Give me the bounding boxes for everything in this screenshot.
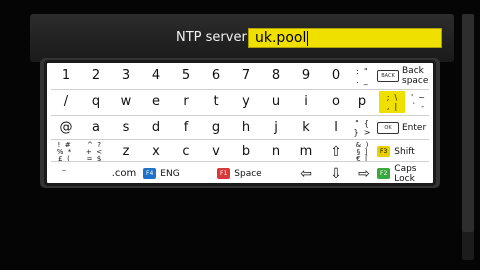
key-9[interactable]: 9: [293, 65, 319, 87]
ntp-server-value: uk.pool: [255, 30, 307, 46]
f3-badge: F3: [377, 146, 391, 157]
key-semicolon-backslash[interactable]: ; \ , |: [379, 91, 405, 113]
key-t[interactable]: t: [203, 91, 229, 113]
key-5[interactable]: 5: [173, 65, 199, 87]
key-1[interactable]: 1: [53, 65, 79, 87]
key-c[interactable]: c: [173, 141, 199, 163]
key-o[interactable]: o: [323, 91, 349, 113]
ntp-server-input[interactable]: uk.pool: [248, 28, 442, 48]
key-p[interactable]: p: [349, 91, 375, 113]
f4-badge: F4: [143, 168, 157, 179]
keyboard-row-1: 1 2 3 4 5 6 7 8 9 0 : " . _ BACK Back spa…: [47, 65, 433, 90]
key-7[interactable]: 7: [233, 65, 259, 87]
key-u[interactable]: u: [263, 91, 289, 113]
key-w[interactable]: w: [113, 91, 139, 113]
enter-key[interactable]: OK Enter: [377, 117, 433, 139]
key-z[interactable]: z: [113, 141, 139, 163]
row-divider: [51, 161, 429, 162]
key-s[interactable]: s: [113, 117, 139, 139]
key-3[interactable]: 3: [113, 65, 139, 87]
key-d[interactable]: d: [143, 117, 169, 139]
on-screen-keyboard: 1 2 3 4 5 6 7 8 9 0 : " . _ BACK Back spa…: [44, 60, 436, 186]
key-r[interactable]: r: [173, 91, 199, 113]
key-underscore[interactable]: _: [53, 163, 75, 186]
key-4[interactable]: 4: [143, 65, 169, 87]
key-f[interactable]: f: [173, 117, 199, 139]
shift-label: Shift: [394, 146, 415, 157]
language-label: ENG: [160, 169, 180, 179]
space-key[interactable]: F1 Space: [217, 163, 297, 185]
scrollbar-thumb[interactable]: [462, 14, 474, 232]
space-label: Space: [234, 169, 262, 179]
key-b[interactable]: b: [233, 141, 259, 163]
f1-badge: F1: [217, 168, 231, 179]
text-cursor: [307, 30, 309, 46]
key-a[interactable]: a: [83, 117, 109, 139]
key-n[interactable]: n: [263, 141, 289, 163]
back-icon: BACK: [377, 69, 399, 82]
caps-lock-label: Caps Lock: [394, 163, 417, 184]
dot-com-key[interactable]: .com: [109, 163, 139, 185]
key-m[interactable]: m: [293, 141, 319, 163]
down-arrow-icon[interactable]: ⇩: [323, 163, 349, 185]
key-y[interactable]: y: [233, 91, 259, 113]
key-at[interactable]: @: [53, 117, 79, 139]
key-i[interactable]: i: [293, 91, 319, 113]
right-arrow-icon[interactable]: ⇨: [351, 163, 377, 185]
key-j[interactable]: j: [263, 117, 289, 139]
keyboard-row-5: _ .com F4 ENG F1 Space ⇦ ⇩ ⇨ F2 Caps Lock: [47, 163, 433, 188]
key-e[interactable]: e: [143, 91, 169, 113]
key-comma-pipe[interactable]: ' ~ ` -: [407, 91, 429, 115]
key-g[interactable]: g: [203, 117, 229, 139]
key-0[interactable]: 0: [323, 65, 349, 87]
key-6[interactable]: 6: [203, 65, 229, 87]
back-space-label: Back space: [402, 65, 429, 86]
key-colon-quote[interactable]: : " . _: [351, 65, 373, 89]
key-l[interactable]: l: [323, 117, 349, 139]
row-divider: [51, 115, 429, 116]
key-h[interactable]: h: [233, 117, 259, 139]
back-space-key[interactable]: BACK Back space: [377, 65, 433, 87]
key-apostrophe-tilde[interactable]: " { } >: [351, 117, 373, 141]
left-arrow-icon[interactable]: ⇦: [293, 163, 319, 185]
shift-arrow-icon[interactable]: ⇧: [323, 141, 349, 163]
enter-label: Enter: [402, 122, 427, 133]
key-v[interactable]: v: [203, 141, 229, 163]
key-x[interactable]: x: [143, 141, 169, 163]
f2-badge: F2: [377, 168, 391, 179]
shift-key[interactable]: F3 Shift: [377, 141, 433, 163]
row-divider: [51, 139, 429, 140]
key-8[interactable]: 8: [263, 65, 289, 87]
key-k[interactable]: k: [293, 117, 319, 139]
key-q[interactable]: q: [83, 91, 109, 113]
key-braces[interactable]: [83, 163, 105, 187]
keyboard-row-2: / q w e r t y u i o p ; \ , | ' ~ ` -: [47, 91, 433, 116]
enter-icon: OK: [377, 121, 399, 134]
key-slash[interactable]: /: [53, 91, 79, 113]
ntp-server-label: NTP server:: [176, 30, 251, 45]
language-key[interactable]: F4 ENG: [143, 163, 195, 185]
row-divider: [51, 89, 429, 90]
caps-lock-key[interactable]: F2 Caps Lock: [377, 163, 433, 185]
key-2[interactable]: 2: [83, 65, 109, 87]
